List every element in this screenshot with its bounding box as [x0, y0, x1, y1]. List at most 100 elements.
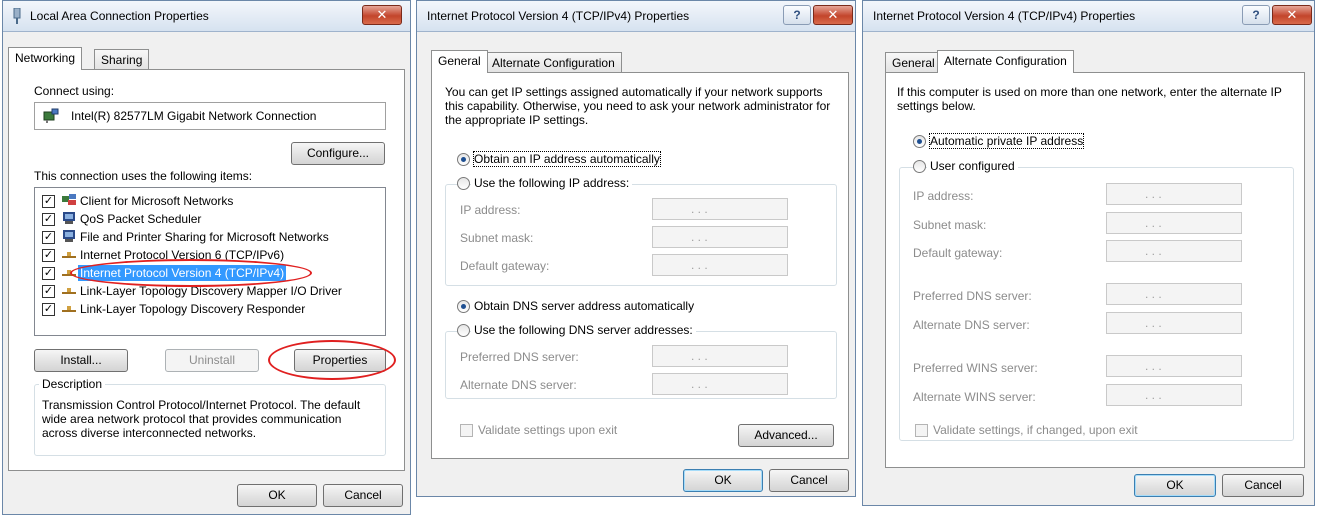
- tab-sharing[interactable]: Sharing: [94, 49, 150, 70]
- validate-label: Validate settings, if changed, upon exit: [933, 423, 1138, 437]
- default-gateway-label: Default gateway:: [460, 259, 550, 273]
- ip-dots: . . .: [691, 230, 708, 244]
- user-configured-radio[interactable]: [913, 160, 926, 173]
- ip-dots: . . .: [691, 349, 708, 363]
- protocol-icon: [62, 306, 76, 312]
- obtain-ip-auto-label[interactable]: Obtain an IP address automatically: [473, 151, 661, 167]
- default-gateway-input: . . .: [652, 254, 788, 276]
- alternate-wins-label: Alternate WINS server:: [913, 390, 1036, 404]
- ip-dots: . . .: [1145, 216, 1162, 230]
- network-adapter-icon: [13, 8, 21, 24]
- tab-general[interactable]: General: [431, 50, 488, 73]
- preferred-dns-label: Preferred DNS server:: [460, 350, 579, 364]
- obtain-ip-auto-radio[interactable]: [457, 153, 470, 166]
- ip-address-input: . . .: [652, 198, 788, 220]
- adapter-field: Intel(R) 82577LM Gigabit Network Connect…: [34, 102, 386, 130]
- user-configured-label[interactable]: User configured: [927, 159, 1018, 173]
- components-list[interactable]: ✓ Client for Microsoft Networks ✓ QoS Pa…: [34, 187, 386, 336]
- network-adapter-icon: [43, 108, 59, 123]
- preferred-wins-input: . . .: [1106, 355, 1242, 377]
- close-button[interactable]: ✕: [362, 5, 402, 25]
- configure-button[interactable]: Configure...: [291, 142, 385, 165]
- tab-alternate-configuration[interactable]: Alternate Configuration: [937, 50, 1074, 73]
- alternate-wins-input: . . .: [1106, 384, 1242, 406]
- connect-using-label: Connect using:: [34, 84, 115, 98]
- install-label: Install...: [60, 353, 102, 367]
- ip-dots: . . .: [1145, 244, 1162, 258]
- subnet-mask-input: . . .: [652, 226, 788, 248]
- ok-button[interactable]: OK: [683, 469, 763, 492]
- close-button[interactable]: ✕: [1272, 5, 1312, 25]
- default-gateway-input: . . .: [1106, 240, 1242, 262]
- list-item[interactable]: QoS Packet Scheduler: [80, 212, 201, 226]
- advanced-button[interactable]: Advanced...: [738, 424, 834, 447]
- local-area-connection-dialog: Local Area Connection Properties ✕ Netwo…: [2, 0, 411, 515]
- title-bar[interactable]: Local Area Connection Properties ✕: [3, 1, 410, 32]
- cancel-button[interactable]: Cancel: [1222, 474, 1304, 497]
- use-following-dns-label[interactable]: Use the following DNS server addresses:: [471, 323, 696, 337]
- use-following-ip-label[interactable]: Use the following IP address:: [471, 176, 633, 190]
- use-following-ip-radio[interactable]: [457, 177, 470, 190]
- item-checkbox[interactable]: ✓: [42, 195, 55, 208]
- alternate-dns-label: Alternate DNS server:: [913, 318, 1030, 332]
- item-checkbox[interactable]: ✓: [42, 249, 55, 262]
- tab-networking[interactable]: Networking: [8, 47, 83, 70]
- cancel-button[interactable]: Cancel: [323, 484, 403, 507]
- computer-icon: [63, 212, 75, 224]
- ip-dots: . . .: [1145, 388, 1162, 402]
- tab-general[interactable]: General: [885, 52, 942, 73]
- help-button[interactable]: ?: [783, 5, 811, 25]
- automatic-private-ip-label[interactable]: Automatic private IP address: [928, 133, 1085, 149]
- ok-button[interactable]: OK: [1134, 474, 1216, 497]
- protocol-icon: [62, 288, 76, 294]
- alternate-dns-label: Alternate DNS server:: [460, 378, 577, 392]
- obtain-dns-auto-radio[interactable]: [457, 300, 470, 313]
- item-checkbox[interactable]: ✓: [42, 285, 55, 298]
- help-button[interactable]: ?: [1242, 5, 1270, 25]
- uninstall-label: Uninstall: [188, 353, 236, 367]
- item-checkbox[interactable]: ✓: [42, 303, 55, 316]
- window-title: Internet Protocol Version 4 (TCP/IPv4) P…: [427, 9, 690, 23]
- validate-label: Validate settings upon exit: [478, 423, 618, 437]
- ipv4-properties-dialog-general: Internet Protocol Version 4 (TCP/IPv4) P…: [416, 0, 856, 497]
- ip-dots: . . .: [1145, 287, 1162, 301]
- preferred-dns-input: . . .: [652, 345, 788, 367]
- item-checkbox[interactable]: ✓: [42, 231, 55, 244]
- ip-dots: . . .: [691, 258, 708, 272]
- list-item[interactable]: Client for Microsoft Networks: [80, 194, 233, 208]
- list-item[interactable]: Link-Layer Topology Discovery Responder: [80, 302, 305, 316]
- tab-alternate-configuration[interactable]: Alternate Configuration: [485, 52, 622, 73]
- close-button[interactable]: ✕: [813, 5, 853, 25]
- cancel-button[interactable]: Cancel: [769, 469, 849, 492]
- subnet-mask-label: Subnet mask:: [460, 231, 534, 245]
- item-checkbox[interactable]: ✓: [42, 267, 55, 280]
- protocol-icon: [62, 252, 76, 258]
- ip-dots: . . .: [1145, 316, 1162, 330]
- install-button[interactable]: Install...: [34, 349, 128, 372]
- title-bar[interactable]: Internet Protocol Version 4 (TCP/IPv4) P…: [863, 1, 1314, 32]
- uninstall-button: Uninstall: [165, 349, 259, 372]
- obtain-dns-auto-label[interactable]: Obtain DNS server address automatically: [474, 299, 694, 313]
- ip-dots: . . .: [1145, 187, 1162, 201]
- subnet-mask-label: Subnet mask:: [913, 218, 987, 232]
- title-bar[interactable]: Internet Protocol Version 4 (TCP/IPv4) P…: [417, 1, 855, 32]
- list-item[interactable]: File and Printer Sharing for Microsoft N…: [80, 230, 329, 244]
- highlight-oval: [268, 340, 396, 380]
- tab-pane: Connect using: Intel(R) 82577LM Gigabit …: [8, 69, 405, 471]
- ip-address-label: IP address:: [460, 203, 521, 217]
- ok-button[interactable]: OK: [237, 484, 317, 507]
- highlight-oval: [70, 259, 312, 287]
- ip-dots: . . .: [691, 202, 708, 216]
- window-title: Local Area Connection Properties: [30, 9, 209, 23]
- ipv4-properties-dialog-alternate: Internet Protocol Version 4 (TCP/IPv4) P…: [862, 0, 1315, 506]
- ip-address-label: IP address:: [913, 189, 974, 203]
- description-label: Description: [39, 377, 106, 391]
- preferred-dns-input: . . .: [1106, 283, 1242, 305]
- use-following-dns-radio[interactable]: [457, 324, 470, 337]
- subnet-mask-input: . . .: [1106, 212, 1242, 234]
- default-gateway-label: Default gateway:: [913, 246, 1003, 260]
- ip-dots: . . .: [691, 377, 708, 391]
- item-checkbox[interactable]: ✓: [42, 213, 55, 226]
- alternate-dns-input: . . .: [652, 373, 788, 395]
- automatic-private-ip-radio[interactable]: [913, 135, 926, 148]
